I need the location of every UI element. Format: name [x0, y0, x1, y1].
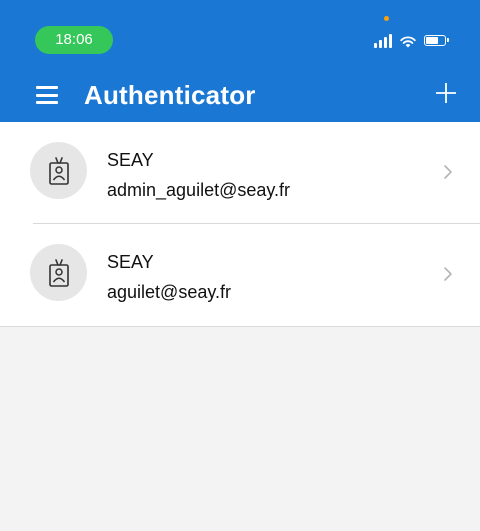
badge-id-icon — [48, 258, 69, 287]
account-list: SEAY admin_aguilet@seay.fr SEAY aguilet@… — [0, 122, 480, 327]
cellular-signal-icon — [374, 34, 392, 48]
menu-button[interactable] — [36, 86, 58, 104]
account-issuer: SEAY — [107, 252, 154, 272]
account-email: admin_aguilet@seay.fr — [107, 180, 291, 200]
wifi-icon — [400, 36, 416, 48]
avatar — [30, 244, 87, 301]
page-title: Authenticator — [84, 80, 256, 110]
account-row[interactable]: SEAY admin_aguilet@seay.fr — [0, 122, 480, 224]
chevron-right-icon — [444, 165, 452, 179]
account-issuer: SEAY — [107, 150, 154, 170]
app-header: Authenticator — [0, 70, 480, 122]
authenticator-app: 18:06 Authenticator SEAY admin_aguilet@s… — [0, 0, 480, 531]
status-time[interactable]: 18:06 — [35, 26, 113, 54]
avatar — [30, 142, 87, 199]
account-text: SEAY aguilet@seay.fr — [107, 251, 231, 303]
account-row[interactable]: SEAY aguilet@seay.fr — [0, 224, 480, 326]
status-bar: 18:06 — [0, 0, 480, 70]
account-email: aguilet@seay.fr — [107, 282, 231, 302]
plus-icon — [436, 83, 456, 103]
badge-id-icon — [48, 156, 69, 185]
account-text: SEAY admin_aguilet@seay.fr — [107, 149, 290, 201]
battery-icon — [424, 35, 449, 46]
hamburger-menu-icon — [36, 86, 58, 89]
list-bottom-divider — [0, 326, 480, 327]
privacy-indicator-dot — [384, 16, 389, 21]
add-account-button[interactable] — [434, 81, 458, 105]
status-icons — [374, 30, 449, 48]
chevron-right-icon — [444, 267, 452, 281]
